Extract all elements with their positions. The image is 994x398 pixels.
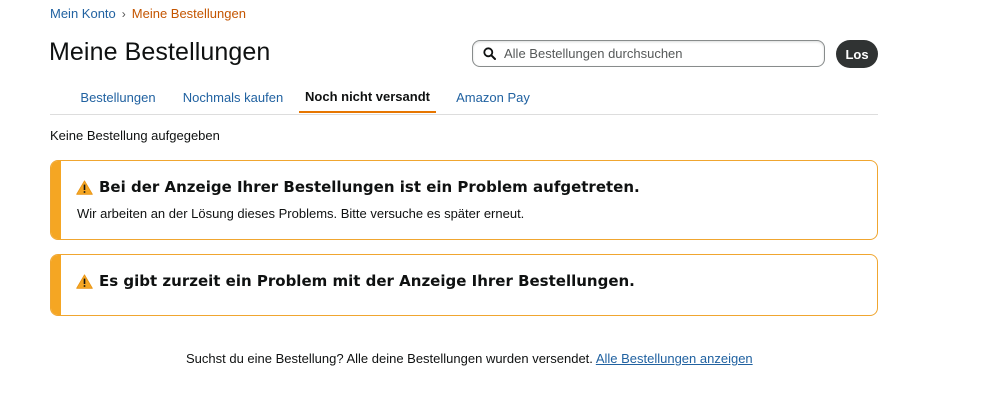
search-box[interactable] — [472, 40, 825, 67]
alert-body: Wir arbeiten an der Lösung dieses Proble… — [77, 206, 525, 221]
search-submit-button[interactable]: Los — [836, 40, 878, 68]
breadcrumb-separator: › — [121, 6, 126, 21]
breadcrumb: Mein Konto › Meine Bestellungen — [50, 6, 246, 21]
order-tabs: Bestellungen Nochmals kaufen Noch nicht … — [50, 84, 878, 115]
breadcrumb-my-account-link[interactable]: Mein Konto — [50, 6, 116, 21]
alert-box-error: Bei der Anzeige Ihrer Bestellungen ist e… — [50, 160, 878, 240]
no-order-text: Keine Bestellung aufgegeben — [50, 128, 220, 143]
alert-heading: Es gibt zurzeit ein Problem mit der Anze… — [99, 272, 635, 290]
tab-orders[interactable]: Bestellungen — [62, 84, 174, 113]
search-icon — [483, 47, 496, 60]
warning-icon — [76, 273, 93, 289]
page-title: Meine Bestellungen — [49, 38, 271, 66]
tab-not-yet-shipped[interactable]: Noch nicht versandt — [299, 84, 436, 113]
footer-text: Suchst du eine Bestellung? Alle deine Be… — [186, 351, 593, 366]
breadcrumb-my-orders[interactable]: Meine Bestellungen — [132, 6, 246, 21]
search-input[interactable] — [502, 45, 806, 62]
alert-heading: Bei der Anzeige Ihrer Bestellungen ist e… — [99, 178, 640, 196]
tab-buy-again[interactable]: Nochmals kaufen — [174, 84, 292, 113]
alert-box-warning: Es gibt zurzeit ein Problem mit der Anze… — [50, 254, 878, 316]
warning-icon — [76, 179, 93, 195]
view-all-orders-link[interactable]: Alle Bestellungen anzeigen — [596, 351, 753, 366]
tab-amazon-pay[interactable]: Amazon Pay — [443, 84, 543, 113]
